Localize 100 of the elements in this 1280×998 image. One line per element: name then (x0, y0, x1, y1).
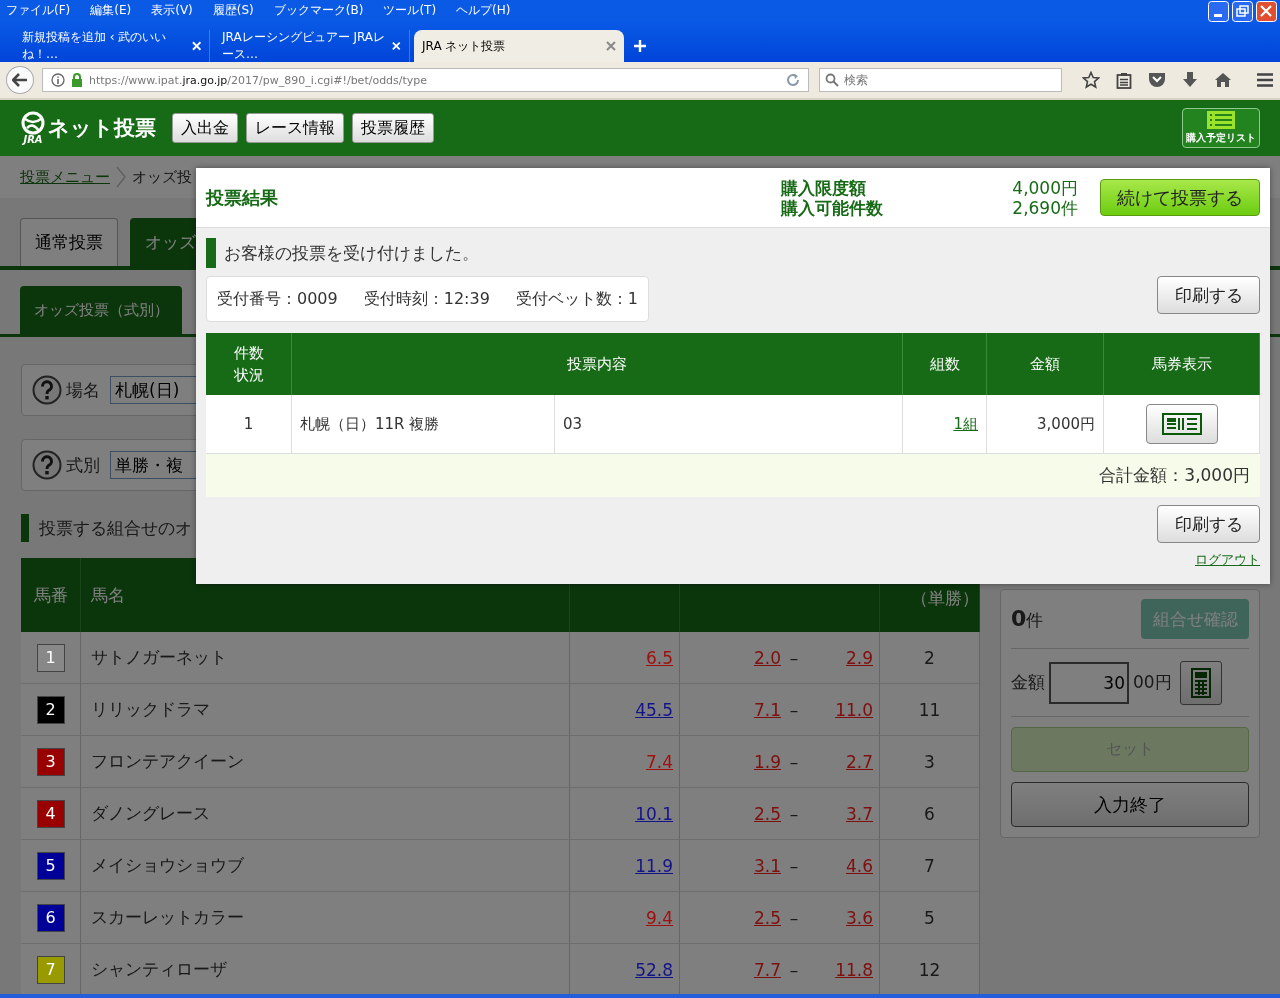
horse-name: シャンティローザ (91, 958, 227, 981)
post-number: 2 (36, 695, 65, 724)
menu-item[interactable]: 履歴(S) (212, 1, 254, 19)
win-odds-link[interactable]: 9.4 (645, 907, 673, 928)
download-icon[interactable] (1182, 71, 1198, 89)
logo-icon (20, 111, 46, 135)
tab-title: 新規投稿を追加 ‹ 武のいいね！… (22, 29, 168, 63)
nav-button[interactable]: 入出金 (172, 113, 238, 143)
place-odds-link[interactable]: 3.6 (807, 907, 873, 928)
column-header: 金額 (1030, 354, 1060, 375)
minimize-button[interactable] (1208, 0, 1229, 22)
place-odds-link[interactable]: 2.9 (807, 647, 873, 668)
purchase-list-button[interactable]: 購入予定リスト (1182, 108, 1260, 148)
column-header: 馬番 (33, 583, 68, 607)
range-dash: – (788, 855, 800, 876)
address-bar[interactable]: https://www.ipat.jra.go.jp/2017/pw_890_i.cgi#!/bet/odds/type (41, 68, 809, 92)
popularity: 3 (924, 751, 935, 772)
new-tab-icon[interactable] (634, 40, 646, 52)
menu-item[interactable]: 表示(V) (151, 1, 193, 19)
popularity: 6 (924, 803, 935, 824)
horse-name: スカーレットカラー (91, 906, 244, 929)
ticket-view-button[interactable] (1145, 404, 1218, 444)
sub-tab[interactable]: オッズ投票（式別） (20, 286, 182, 334)
help-icon[interactable] (32, 375, 62, 405)
print-button[interactable]: 印刷する (1157, 505, 1260, 543)
tab[interactable]: 通常投票 (20, 218, 118, 266)
reload-icon[interactable] (786, 73, 800, 87)
search-field[interactable]: 検索 (819, 68, 1062, 92)
popularity: 2 (924, 647, 935, 668)
place-odds-link[interactable]: 11.0 (807, 699, 873, 720)
win-odds-link[interactable]: 7.4 (645, 751, 673, 772)
close-button[interactable] (1256, 0, 1277, 22)
restore-button[interactable] (1232, 0, 1253, 22)
place-odds-link[interactable]: 2.0 (680, 647, 781, 668)
popularity: 11 (918, 699, 941, 720)
lock-icon (70, 73, 83, 87)
receipt-info: 受付時刻：12:39 (363, 288, 490, 310)
horse-name: リリックドラマ (91, 698, 210, 721)
combination-link[interactable]: 1組 (953, 414, 978, 434)
menu-item[interactable]: ブックマーク(B) (273, 1, 364, 19)
post-number: 1 (36, 643, 65, 672)
column-header: 投票内容 (567, 354, 627, 375)
list-icon (1207, 111, 1235, 129)
menu-item[interactable]: ファイル(F) (6, 1, 71, 19)
logout-link[interactable]: ログアウト (1195, 551, 1260, 569)
amount-input[interactable]: 30 (1049, 661, 1129, 704)
help-icon[interactable] (32, 450, 62, 480)
menu-item[interactable]: ヘルプ(H) (456, 1, 511, 19)
close-icon[interactable] (606, 41, 616, 51)
place-odds-link[interactable]: 4.6 (807, 855, 873, 876)
star-icon[interactable] (1082, 71, 1100, 89)
place-odds-link[interactable]: 2.7 (807, 751, 873, 772)
place-odds-link[interactable]: 3.7 (807, 803, 873, 824)
win-odds-link[interactable]: 52.8 (635, 959, 673, 980)
nav-button[interactable]: 投票履歴 (352, 113, 434, 143)
home-icon[interactable] (1214, 72, 1232, 88)
range-dash: – (788, 803, 800, 824)
menu-item[interactable]: 編集(E) (90, 1, 132, 19)
place-odds-link[interactable]: 2.5 (680, 907, 781, 928)
breadcrumb-link[interactable]: 投票メニュー (20, 167, 110, 187)
place-odds-link[interactable]: 3.1 (680, 855, 781, 876)
place-odds-link[interactable]: 11.8 (807, 959, 873, 980)
post-number: 7 (36, 955, 65, 984)
limit-label: 購入可能件数 (781, 197, 884, 218)
horse-name: メイショウショウブ (91, 854, 244, 877)
win-odds-link[interactable]: 6.5 (645, 647, 673, 668)
breadcrumb-current: オッズ投 (132, 167, 192, 187)
popularity: 5 (924, 907, 935, 928)
amount-label: 金額 (1011, 671, 1045, 694)
win-odds-link[interactable]: 10.1 (635, 803, 673, 824)
pocket-icon[interactable] (1148, 72, 1166, 88)
place-odds-link[interactable]: 1.9 (680, 751, 781, 772)
calculator-button[interactable] (1179, 660, 1222, 705)
amount-unit: 00円 (1133, 671, 1172, 694)
back-button[interactable] (6, 66, 34, 94)
receipt-info: 受付ベット数：1 (515, 288, 638, 310)
reading-list-icon[interactable] (1116, 71, 1132, 89)
place-odds-link[interactable]: 7.7 (680, 959, 781, 980)
post-number: 5 (36, 851, 65, 880)
menu-icon[interactable] (1256, 72, 1274, 88)
place-odds-link[interactable]: 2.5 (680, 803, 781, 824)
section-title: 投票する組合せのオ (39, 516, 192, 540)
finish-input-button[interactable]: 入力終了 (1011, 782, 1249, 827)
print-button[interactable]: 印刷する (1157, 276, 1260, 314)
receipt-info: 受付番号：0009 (217, 288, 338, 310)
continue-button[interactable]: 続けて投票する (1100, 179, 1260, 216)
tab-title: JRA ネット投票 (422, 37, 506, 55)
win-odds-link[interactable]: 11.9 (635, 855, 673, 876)
table-cell: 札幌（日）11R 複勝 (300, 414, 440, 434)
selection-count: 0件 (1011, 606, 1044, 632)
place-odds-link[interactable]: 7.1 (680, 699, 781, 720)
browser-tab[interactable]: JRA ネット投票 (414, 30, 624, 62)
nav-button[interactable]: レース情報 (246, 113, 344, 143)
win-odds-link[interactable]: 45.5 (635, 699, 673, 720)
column-header: 組数 (929, 354, 960, 375)
menu-item[interactable]: ツール(T) (383, 1, 437, 19)
search-icon (825, 73, 839, 87)
info-icon[interactable] (50, 73, 65, 87)
limit-value: 2,690件 (1011, 197, 1078, 218)
chevron-icon (116, 166, 126, 188)
